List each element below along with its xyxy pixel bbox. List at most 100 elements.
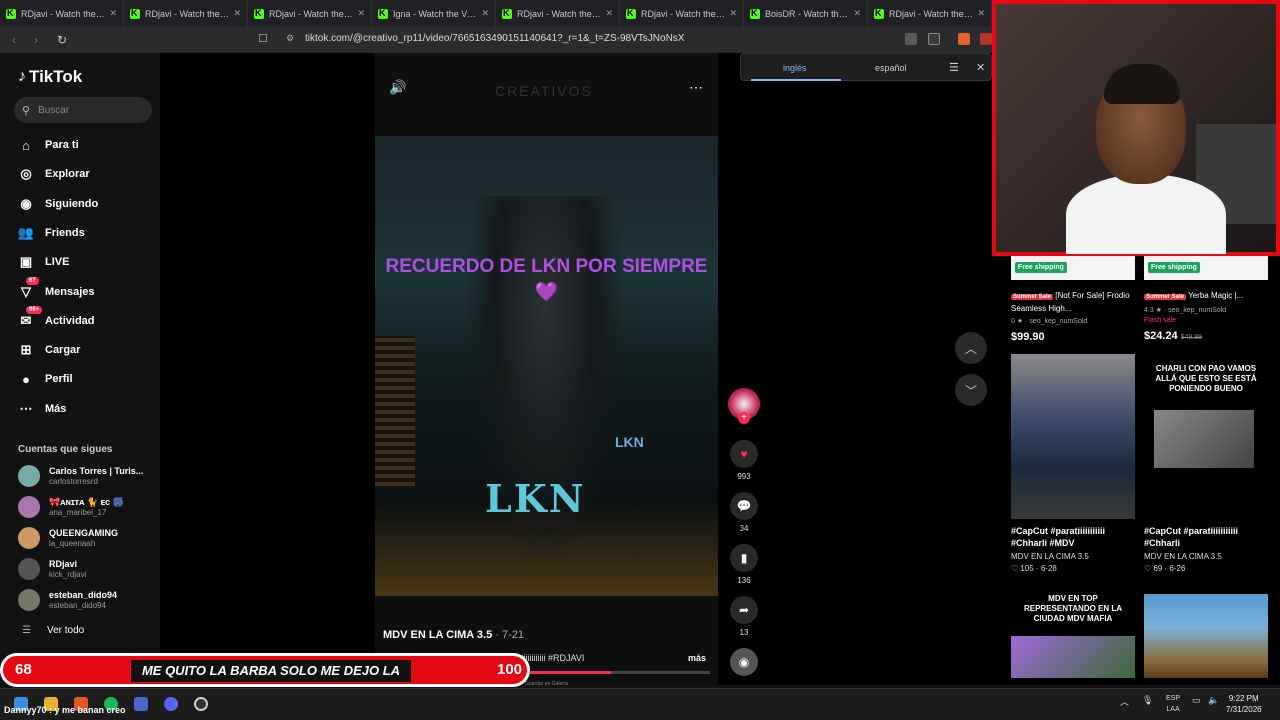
author-name[interactable]: MDV EN LA CIMA 3.5 [383,629,492,641]
more-options-icon[interactable]: ⋯ [689,79,703,96]
site-info-icon[interactable]: ⚙ [286,33,294,44]
kick-icon [502,8,512,19]
nav-label: Mensajes [45,285,95,298]
bookmark-icon[interactable]: ☐ [258,32,268,45]
active-lang-underline [751,79,841,81]
product-image: Free shipping [1011,256,1135,280]
translate-icon[interactable] [905,33,917,45]
chevron-up-icon: ︿ [964,341,977,356]
tab-title: RDjavi - Watch the VOD c [517,8,601,19]
forward-icon[interactable]: › [28,33,44,47]
nav-item-actividad[interactable]: ✉ 99+ Actividad [18,305,95,329]
account-name: RDjavi [49,559,78,569]
tab-close-icon[interactable]: ✕ [109,8,117,19]
url-text[interactable]: tiktok.com/@creativo_rp11/video/76651634… [305,33,684,44]
browser-tab[interactable]: RDjavi - Watch the VOD c ✕ [868,0,992,27]
following-account[interactable]: RDjavi kick_rdjavi [18,558,86,580]
back-icon[interactable]: ‹ [6,33,22,47]
language-indicator[interactable]: ESP LAA [1166,693,1180,715]
app-icon[interactable] [134,697,148,711]
share-button[interactable]: ➦ 13 [728,596,760,637]
see-all-label: Ver todo [46,625,85,636]
video-player[interactable]: RECUERDO DE LKN POR SIEMPRE 💜 LKN LKN Gu… [375,53,718,687]
browser-tab[interactable]: RDjavi - Watch the VOD c ✕ [620,0,744,27]
tab-close-icon[interactable]: ✕ [233,8,241,19]
comment-button[interactable]: 💬 34 [728,492,760,533]
video-progress-bar[interactable] [530,671,710,674]
video-thumbnail[interactable] [1144,594,1268,678]
mic-icon[interactable]: 🎙 [1142,695,1153,706]
tab-close-icon[interactable]: ✕ [481,8,489,19]
save-to-gallery: Guardar en Galería [525,681,569,687]
summer-sale-badge: Summer Sale [1144,294,1187,300]
lang-line2: LAA [1166,706,1180,713]
tab-title: RDjavi - Watch the VOD c [641,8,725,19]
next-video-button[interactable]: ﹀ [955,374,987,406]
cast-icon[interactable] [928,33,940,45]
translate-target-lang[interactable]: español [875,63,907,73]
video-thumbnail[interactable]: CHARLI CON PAO VAMOS ALLÁ QUE ESTO SE ES… [1144,354,1268,573]
video-thumbnail[interactable]: #CapCut #paratiiiiiiiiiii #Chharli #MDV … [1011,354,1135,573]
browser-tab[interactable]: RDjavi - Watch the VOD c ✕ [248,0,372,27]
network-icon[interactable]: ▭ [1192,695,1201,706]
save-button[interactable]: ▮ 136 [728,544,760,585]
more-link[interactable]: más [688,653,706,663]
video-author[interactable]: MDV EN LA CIMA 3.5 · 7-21 [383,629,524,641]
nav-item-m-s[interactable]: ⋯ Más [18,401,67,417]
close-icon[interactable]: ✕ [976,61,985,74]
lang-line1: ESP [1166,695,1181,702]
creator-avatar[interactable]: + [728,388,760,424]
browser-tab[interactable]: BoisDR - Watch the VOD ✕ [744,0,868,27]
volume-icon[interactable]: 🔊 [389,79,406,96]
nav-item-mensajes[interactable]: ▽ 67 Mensajes [18,276,95,300]
thumbnail-image: MDV EN TOP REPRESENTANDO EN LA CIUDAD MD… [1011,594,1135,678]
like-count: 993 [737,472,751,481]
video-meta: ♡ 105 · 6-28 [1011,564,1057,573]
menu-icon[interactable]: ☰ [949,61,959,74]
browser-tab[interactable]: Igna - Watch the VOD on ✕ [372,0,496,27]
thumbnail-inset [1154,410,1254,468]
reload-icon[interactable]: ↻ [54,33,70,47]
translate-source-lang[interactable]: inglés [783,63,807,73]
tab-close-icon[interactable]: ✕ [977,8,985,19]
nav-item-explorar[interactable]: ◎ Explorar [18,166,89,182]
follow-plus-icon[interactable]: + [738,412,750,424]
following-account[interactable]: QUEENGAMING la_queenaah [18,527,118,549]
following-account[interactable]: esteban_dido94 esteban_dido94 [18,589,117,611]
nav-item-siguiendo[interactable]: ◉ Siguiendo [18,196,98,212]
following-account[interactable]: Carlos Torres | Turis... carlostorresrd [18,465,143,487]
tab-close-icon[interactable]: ✕ [853,8,861,19]
streamer-webcam [992,0,1280,256]
nav-item-perfil[interactable]: ● Perfil [18,371,72,387]
following-account[interactable]: 🎀ᴀɴɪᴛᴀ 🐈 ᴇᴄ 🎆 ana_maribel_17 [18,496,124,518]
tiktok-logo[interactable]: ♪ TikTok [18,67,82,87]
rewards-icon[interactable] [980,33,992,45]
chevron-up-icon[interactable]: ︿ [1120,695,1129,708]
nav-item-live[interactable]: ▣ LIVE [18,254,70,270]
obs-icon[interactable] [194,697,208,711]
browser-tab[interactable]: RDjavi - Watch the VOD c ✕ [0,0,124,27]
prev-video-button[interactable]: ︿ [955,332,987,364]
following-title: Cuentas que sigues [18,444,113,455]
like-button[interactable]: ♥ 993 [728,440,760,481]
volume-icon[interactable]: 🔈 [1208,695,1219,706]
tab-close-icon[interactable]: ✕ [357,8,365,19]
search-input[interactable]: ⚲ Buscar [14,97,152,123]
address-bar: ‹ › ↻ ☐ ⚙ tiktok.com/@creativo_rp11/vide… [0,27,1000,53]
system-clock[interactable]: 9:22 PM 7/31/2026 [1226,693,1262,715]
browser-tab[interactable]: RDjavi - Watch the VOD c ✕ [496,0,620,27]
product-title: Summer Sale Yerba Magic |... [1144,290,1268,303]
brave-shield-icon[interactable] [958,33,970,45]
tab-close-icon[interactable]: ✕ [729,8,737,19]
tab-close-icon[interactable]: ✕ [605,8,613,19]
nav-item-para-ti[interactable]: ⌂ Para ti [18,137,79,153]
see-all-link[interactable]: ☰ Ver todo [22,625,84,636]
nav-label: Actividad [45,314,95,327]
music-disc[interactable]: ◉ [728,648,760,676]
video-thumbnail[interactable]: MDV EN TOP REPRESENTANDO EN LA CIUDAD MD… [1011,594,1135,678]
browser-tab[interactable]: RDjavi - Watch the VOD c ✕ [124,0,248,27]
nav-item-cargar[interactable]: ⊞ Cargar [18,342,81,358]
goal-right-count: 100 [497,661,523,678]
nav-item-friends[interactable]: 👥 Friends [18,225,85,241]
discord-icon[interactable] [164,697,178,711]
